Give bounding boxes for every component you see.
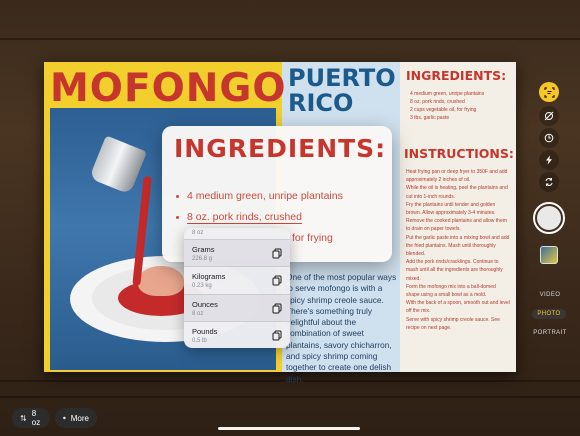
mode-portrait[interactable]: PORTRAIT (528, 330, 572, 336)
recipe-instruction: With the back of a spoon, smooth out and… (406, 300, 510, 315)
wood-grain (0, 396, 580, 398)
copy-icon[interactable] (272, 248, 282, 259)
recipe-instruction: Fry the plantains until tender and golde… (406, 201, 496, 217)
recipe-title-puerto-rico: PUERTO RICO (288, 66, 396, 116)
recipe-title-mofongo: MOFONGO (50, 66, 287, 111)
conversion-value: 0.23 kg (192, 283, 212, 289)
recipe-instruction: Form the mofongo mix into a ball-domed s… (406, 283, 496, 299)
live-text-icon[interactable] (539, 82, 559, 102)
switch-camera-icon[interactable] (539, 172, 559, 192)
recipe-body-text: One of the most popular ways to serve mo… (286, 272, 397, 384)
flash-icon[interactable] (539, 150, 559, 170)
bullet-icon (176, 194, 179, 198)
conversion-value: 0.5 lb (192, 338, 207, 344)
photo-thumbnail[interactable] (540, 246, 558, 264)
recipe-ingredient: 8 oz. pork rinds, crushed (410, 99, 465, 105)
recipe-instructions-heading: INSTRUCTIONS: (404, 146, 514, 161)
copy-icon[interactable] (272, 303, 282, 314)
mode-photo[interactable]: PHOTO (532, 309, 566, 319)
mofongo-illustration (138, 266, 184, 296)
recipe-instruction: Remove the cooked plantains and allow th… (406, 218, 507, 233)
units-convert-icon (20, 415, 27, 421)
recipe-instruction: Serve with spicy shrimp creole sauce. Se… (406, 316, 500, 331)
recipe-ingredients-list: 4 medium green, unripe plantains 8 oz. p… (410, 90, 510, 122)
copy-icon[interactable] (272, 330, 282, 341)
recipe-instruction: Heat frying pan or deep fryer to 350F an… (406, 169, 508, 184)
recipe-instruction: Put the garlic paste into a mixing bowl … (406, 234, 510, 258)
units-button[interactable]: 8 oz (12, 408, 50, 428)
live-text-item-text[interactable]: 4 medium green, unripe plantains (187, 190, 343, 202)
wood-grain (0, 38, 580, 40)
conversion-unit-label: Kilograms (192, 272, 226, 281)
recipe-title-puerto: PUERTO (288, 64, 396, 92)
recipe-instruction: While the oil is heating, peel the plant… (406, 185, 508, 200)
recipe-instructions-list: Heat frying pan or deep fryer to 350F an… (406, 168, 510, 332)
home-indicator[interactable] (218, 427, 360, 430)
conversion-value: 226.8 g (192, 256, 213, 262)
conversion-unit-label: Grams (192, 245, 215, 254)
recipe-ingredient: 3 tbs. garlic paste (410, 115, 450, 121)
shutter-button-inner[interactable] (537, 206, 561, 230)
live-text-item-detected[interactable]: 8 oz. pork rinds, crushed (176, 211, 302, 224)
more-button-label: More (70, 413, 89, 423)
recipe-ingredient: 4 medium green, unripe plantains (410, 91, 485, 97)
more-button[interactable]: More (55, 408, 97, 428)
copy-icon[interactable] (272, 275, 282, 286)
conversion-row-kilograms[interactable]: Kilograms 0.23 kg (184, 266, 290, 294)
more-icon (63, 416, 66, 420)
timer-icon[interactable] (539, 128, 559, 148)
scan-icon[interactable] (539, 106, 559, 126)
conversion-row-grams[interactable]: Grams 226.8 g (184, 239, 290, 267)
conversion-unit-label: Ounces (192, 300, 218, 309)
bullet-icon (176, 215, 179, 219)
conversion-row-ounces[interactable]: Ounces 8 oz (184, 294, 290, 322)
live-text-item[interactable]: 4 medium green, unripe plantains (176, 190, 343, 202)
live-text-item-text[interactable]: 8 oz. pork rinds, crushed (187, 211, 302, 224)
units-button-label: 8 oz (31, 409, 41, 427)
recipe-ingredients-heading: INGREDIENTS: (406, 68, 507, 83)
recipe-title-rico: RICO (288, 89, 354, 117)
live-text-heading[interactable]: INGREDIENTS: (174, 134, 386, 163)
conversion-unit-label: Pounds (192, 327, 218, 336)
recipe-instruction: Add the pork rinds/cracklings. Continue … (406, 259, 503, 282)
mode-video[interactable]: VIDEO (528, 292, 572, 298)
unit-conversion-header: 8 oz (192, 230, 204, 236)
recipe-ingredient: 2 cups vegetable oil, for frying (410, 107, 477, 113)
live-text-item-text[interactable]: for frying (292, 232, 333, 244)
conversion-row-pounds[interactable]: Pounds 0.5 lb (184, 321, 290, 349)
conversion-value: 8 oz (192, 311, 204, 317)
live-text-item[interactable]: for frying (292, 232, 333, 244)
